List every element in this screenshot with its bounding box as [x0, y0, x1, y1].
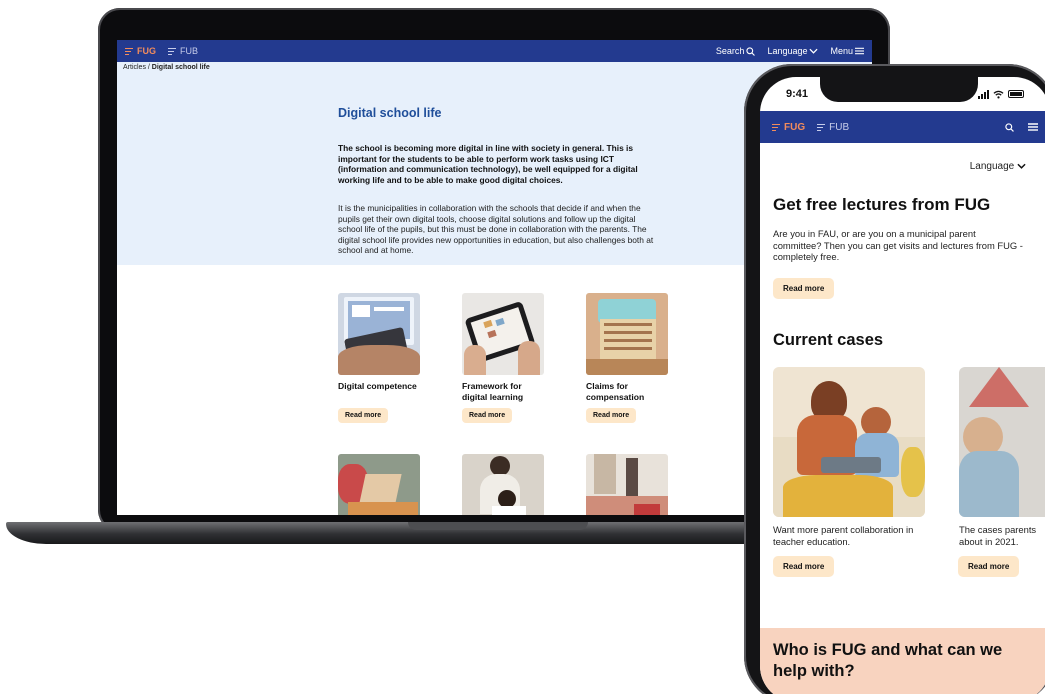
language-dropdown[interactable]: Language [970, 161, 1026, 172]
menu-lines-icon [817, 123, 826, 131]
current-cases-heading: Current cases [773, 331, 884, 349]
breadcrumb: Articles / Digital school life [117, 64, 872, 71]
brand-fub-label: FUB [180, 46, 198, 56]
status-time: 9:41 [786, 88, 809, 100]
phone-notch [820, 72, 978, 102]
laptop-nav-bar: FUG FUB Search Language Menu [117, 40, 872, 62]
who-is-fug-section: Who is FUG and what can we help with? [760, 628, 1045, 694]
battery-icon [1008, 90, 1024, 98]
article-lead: The school is becoming more digital in l… [338, 143, 638, 185]
menu-lines-icon [772, 123, 780, 131]
menu-lines-icon [125, 47, 133, 55]
chevron-down-icon [809, 48, 819, 54]
wifi-icon [993, 90, 1004, 98]
brand-fug-label: FUG [137, 46, 156, 56]
case-caption: The cases parents about in 2021. [959, 524, 1037, 547]
menu-label: Menu [830, 46, 853, 56]
breadcrumb-current: Digital school life [151, 64, 210, 71]
laptop-hinge-notch [408, 522, 588, 530]
case-image-parents-meeting [959, 367, 1045, 517]
article-body: It is the municipalities in collaboratio… [338, 203, 654, 255]
language-dropdown[interactable]: Language [767, 46, 819, 56]
hamburger-icon [855, 47, 864, 55]
read-more-button[interactable]: Read more [462, 408, 513, 423]
article-card-partial[interactable] [338, 454, 422, 515]
case-caption: Want more parent collaboration in teache… [773, 524, 914, 547]
case-image-mother-child [773, 367, 925, 517]
article-card[interactable]: Framework for digital learning Read more [462, 293, 546, 423]
read-more-button[interactable]: Read more [338, 408, 389, 423]
menu-button[interactable]: Menu [830, 46, 864, 56]
hamburger-icon[interactable] [1028, 123, 1038, 131]
read-more-button[interactable]: Read more [958, 556, 1020, 577]
lectures-intro: Are you in FAU, or are you on a municipa… [773, 228, 1023, 263]
card-image-family-study [462, 454, 544, 515]
brand-fug-link[interactable]: FUG [772, 122, 805, 133]
article-card[interactable]: Digital competence Read more [338, 293, 422, 423]
phone-screen: 9:41 FUG FUB Language Get free lectures … [760, 77, 1045, 694]
page-title: Digital school life [338, 106, 442, 120]
brand-fub-label: FUB [829, 121, 850, 133]
brand-fug-link[interactable]: FUG [125, 46, 156, 56]
signal-icon [978, 89, 989, 99]
who-is-fug-heading: Who is FUG and what can we help with? [773, 641, 1003, 680]
brand-fub-link[interactable]: FUB [168, 46, 198, 56]
lectures-heading: Get free lectures from FUG [773, 195, 991, 214]
card-image-laptop-hands [338, 293, 420, 375]
brand-fub-link[interactable]: FUB [817, 122, 849, 133]
menu-lines-icon [168, 47, 176, 55]
phone-nav-bar: FUG FUB [760, 111, 1045, 143]
read-more-button[interactable]: Read more [773, 278, 835, 299]
search-icon [746, 46, 756, 56]
language-label: Language [969, 161, 1015, 172]
search-label: Search [715, 46, 745, 56]
card-image-room [586, 454, 668, 515]
article-card-partial[interactable] [586, 454, 670, 515]
search-button[interactable]: Search [716, 46, 756, 56]
language-label: Language [767, 46, 808, 56]
card-title: Claims for compensation [586, 381, 645, 402]
breadcrumb-articles-link[interactable]: Articles [123, 64, 146, 71]
card-image-tablet [462, 293, 544, 375]
brand-fug-label: FUG [784, 121, 806, 133]
read-more-button[interactable]: Read more [586, 408, 637, 423]
card-image-laptop-desk [338, 454, 420, 515]
card-image-file-box [586, 293, 668, 375]
article-card[interactable]: Claims for compensation Read more [586, 293, 670, 423]
article-card-partial[interactable] [462, 454, 546, 515]
card-title: Framework for digital learning [462, 381, 524, 402]
chevron-down-icon [1017, 163, 1026, 169]
card-title: Digital competence [338, 381, 417, 391]
search-icon[interactable] [1005, 122, 1014, 132]
read-more-button[interactable]: Read more [773, 556, 835, 577]
